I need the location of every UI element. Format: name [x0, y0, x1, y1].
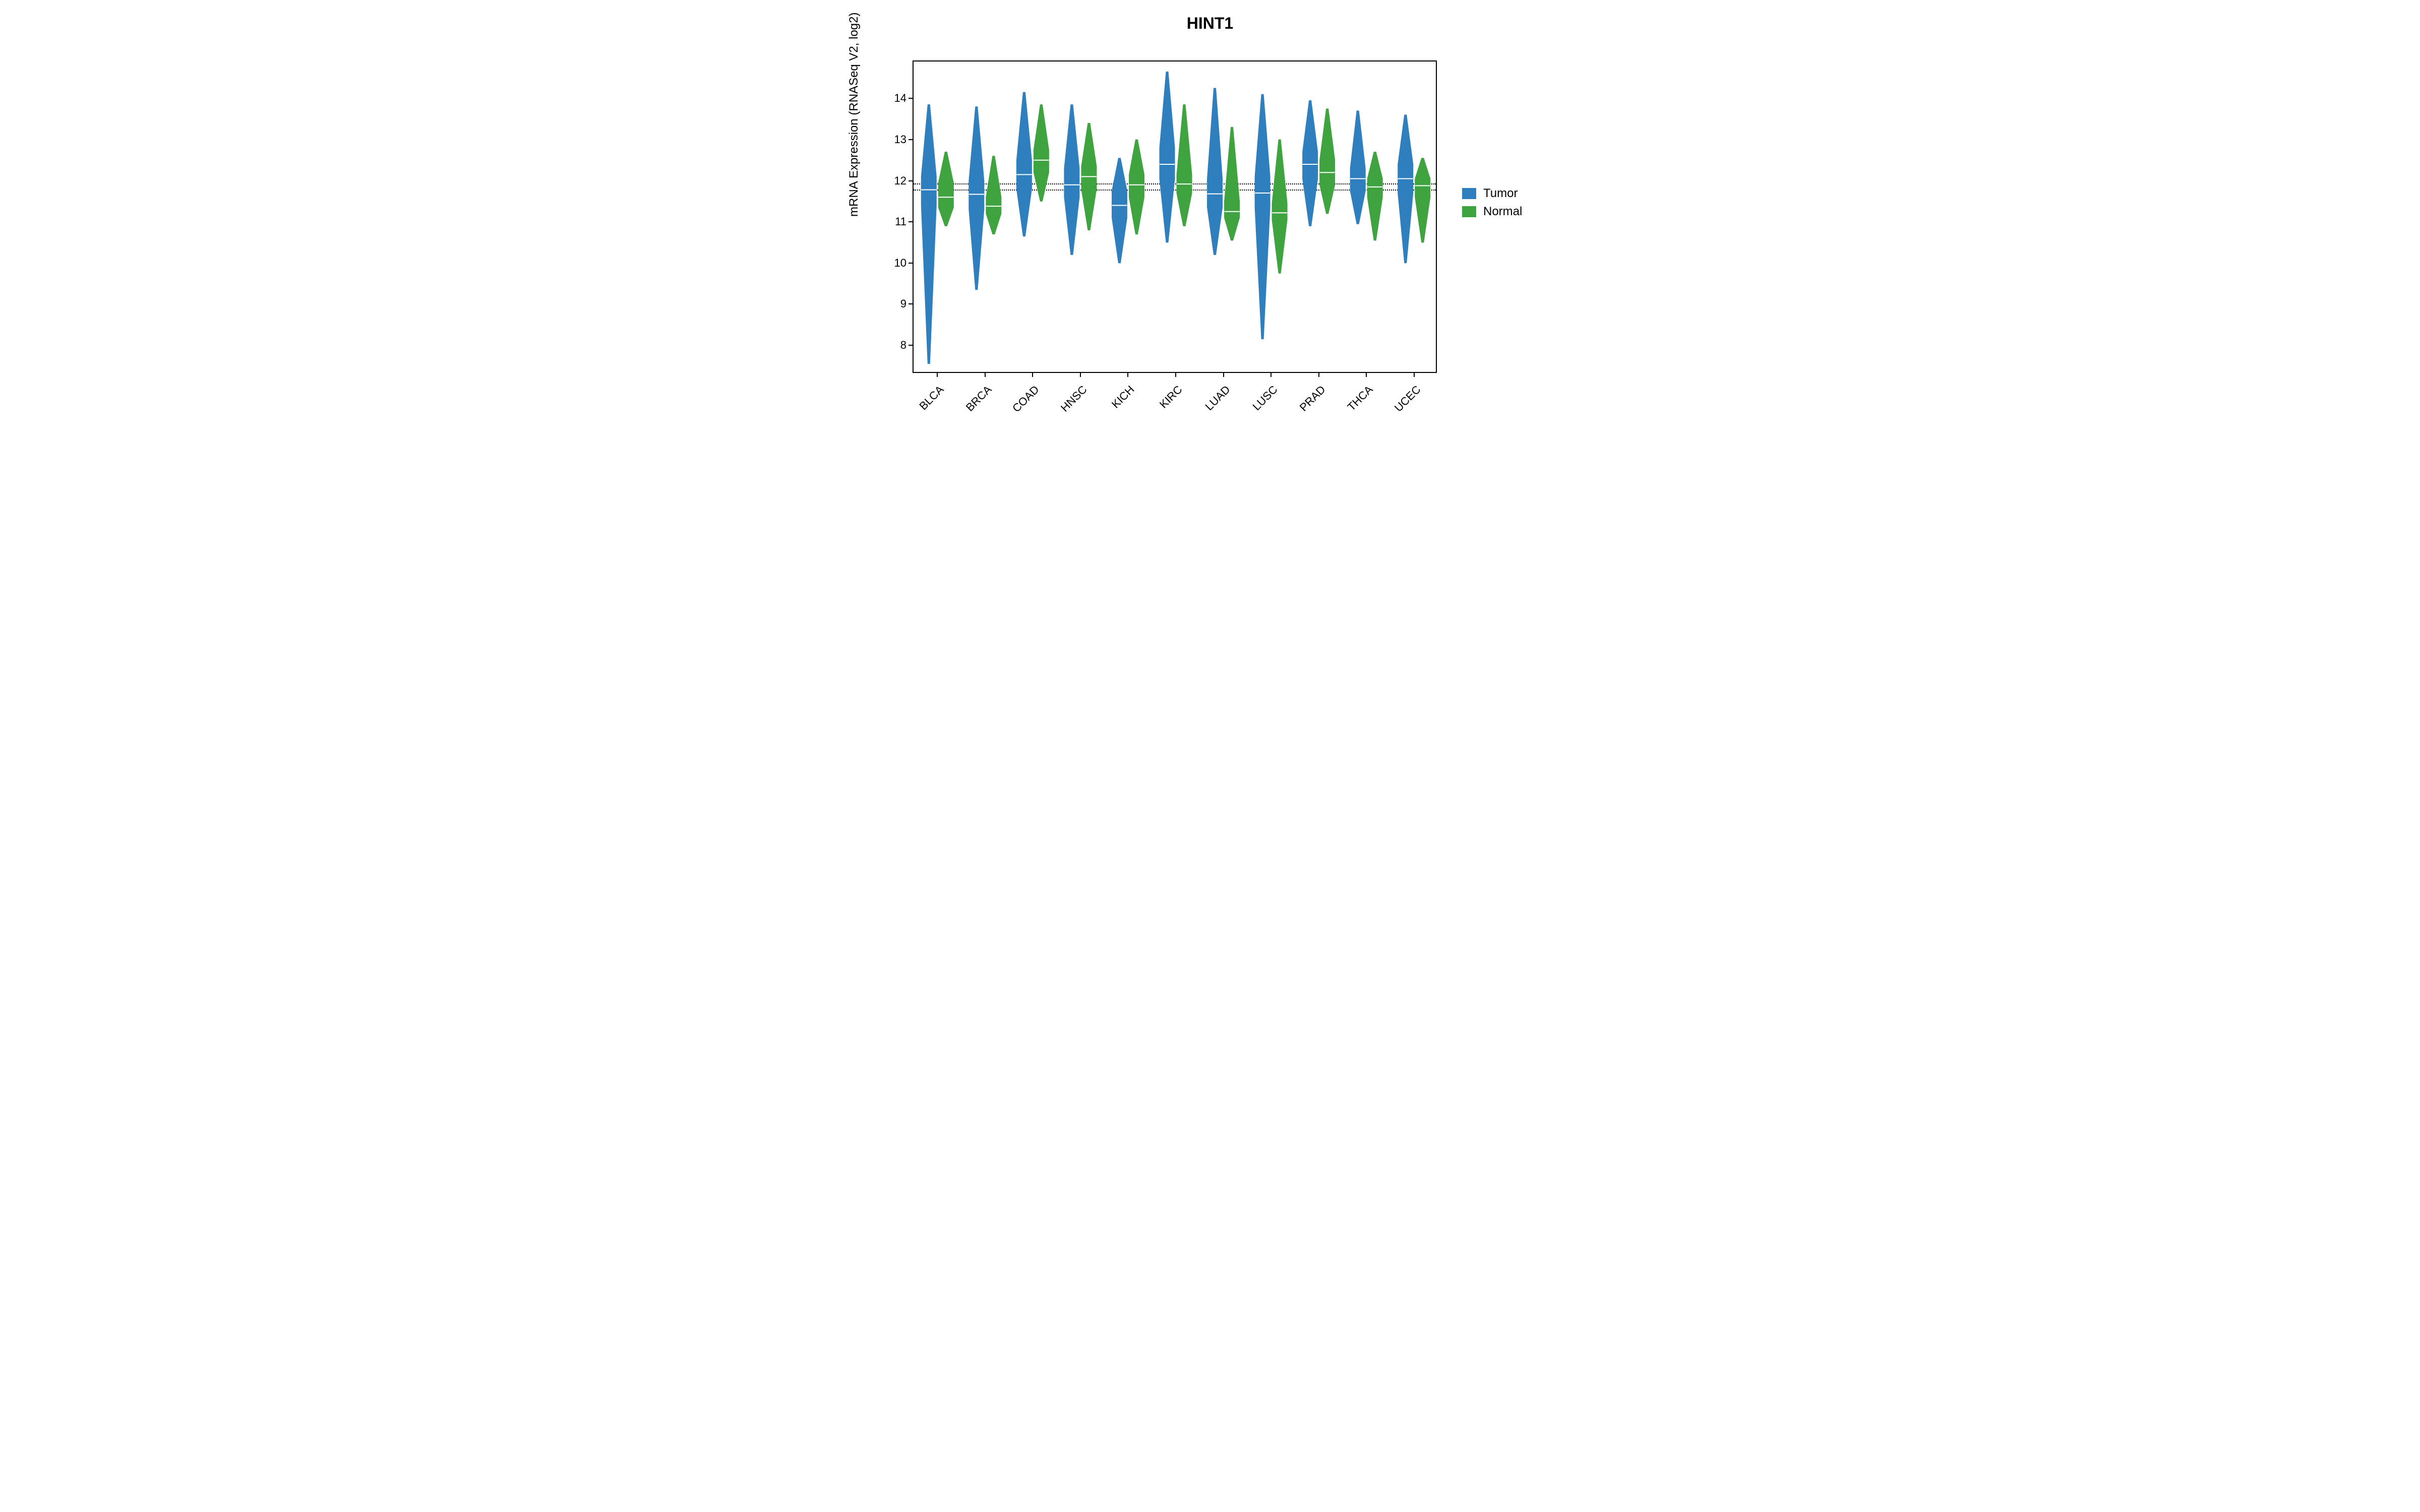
x-tick-label: KICH: [1103, 383, 1137, 417]
x-tick-label: THCA: [1342, 383, 1376, 417]
x-tick-label: BRCA: [960, 383, 994, 417]
legend-label-tumor: Tumor: [1483, 186, 1518, 201]
violin-body: [1415, 158, 1430, 242]
x-tick-label: COAD: [1008, 383, 1042, 417]
y-tick: [909, 180, 914, 181]
y-tick: [909, 303, 914, 304]
legend-swatch-normal: [1462, 206, 1476, 217]
y-tick-label: 9: [900, 297, 906, 310]
legend-swatch-tumor: [1462, 188, 1476, 199]
x-tick-label: PRAD: [1294, 383, 1328, 417]
y-tick: [909, 98, 914, 99]
y-tick-label: 11: [895, 215, 906, 228]
legend-item-tumor: Tumor: [1462, 186, 1522, 201]
violin: [914, 61, 1438, 374]
y-tick: [909, 139, 914, 140]
legend-label-normal: Normal: [1483, 205, 1522, 219]
y-tick: [909, 221, 914, 222]
legend: Tumor Normal: [1462, 186, 1522, 223]
y-tick-label: 8: [900, 339, 906, 352]
y-tick-label: 10: [894, 257, 906, 270]
y-tick-label: 12: [894, 174, 906, 187]
y-tick-label: 14: [894, 92, 906, 105]
x-tick-label: KIRC: [1151, 383, 1185, 417]
plot-area: 891011121314BLCABRCACOADHNSCKICHKIRCLUAD…: [913, 60, 1437, 373]
x-tick-label: HNSC: [1055, 383, 1090, 417]
legend-item-normal: Normal: [1462, 205, 1522, 219]
y-tick: [909, 345, 914, 346]
chart-title: HINT1: [842, 14, 1578, 33]
x-tick-label: UCEC: [1389, 383, 1423, 417]
x-tick-label: BLCA: [913, 383, 947, 417]
chart-stage: HINT1 mRNA Expression (RNASeq V2, log2) …: [842, 0, 1578, 460]
y-tick-label: 13: [894, 133, 906, 146]
y-tick: [909, 263, 914, 264]
y-axis-label: mRNA Expression (RNASeq V2, log2): [847, 13, 861, 217]
x-tick-label: LUSC: [1246, 383, 1281, 417]
x-tick-label: LUAD: [1198, 383, 1233, 417]
